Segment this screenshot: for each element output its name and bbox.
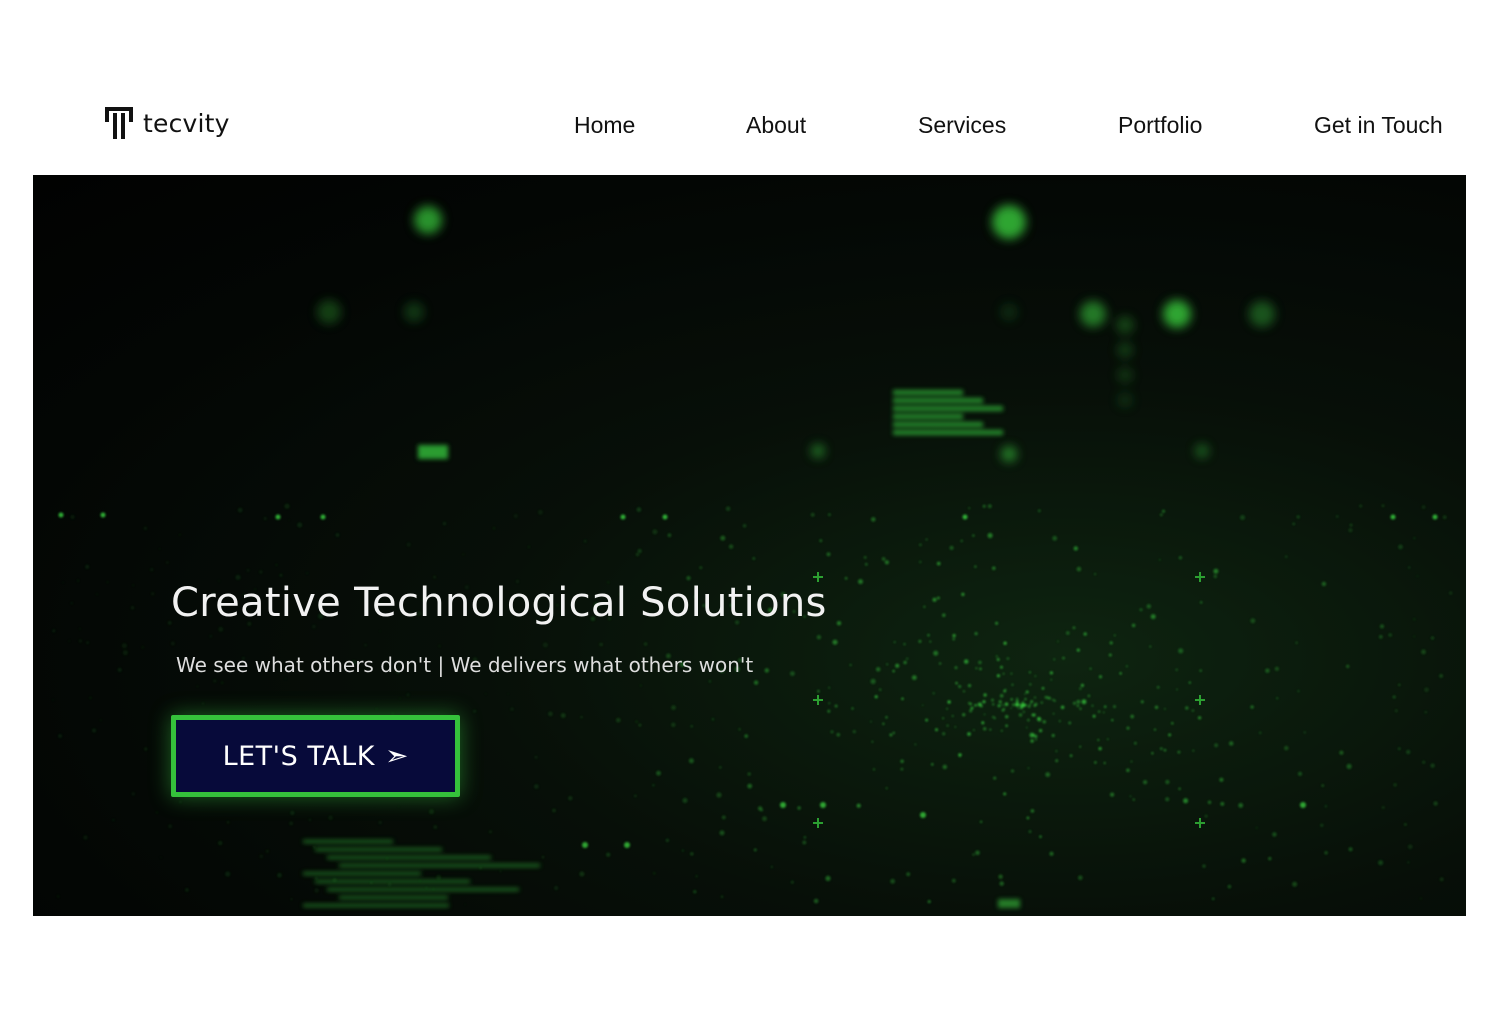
lets-talk-button[interactable]: LET'S TALK ➣: [171, 715, 460, 797]
brand-logo[interactable]: tecvity: [103, 106, 230, 140]
hero-banner: Creative Technological Solutions We see …: [33, 175, 1466, 916]
brand-name: tecvity: [143, 108, 230, 138]
nav-about-link[interactable]: About: [746, 112, 806, 139]
nav-get-in-touch-link[interactable]: Get in Touch: [1314, 112, 1443, 139]
nav-portfolio-link[interactable]: Portfolio: [1118, 112, 1202, 139]
tecvity-logo-icon: [105, 107, 133, 139]
lets-talk-label: LET'S TALK: [222, 740, 375, 772]
send-arrow-icon: ➣: [384, 739, 409, 772]
hero-subtitle: We see what others don't | We delivers w…: [176, 653, 754, 677]
hero-background-image: [52, 205, 1453, 908]
hero-title: Creative Technological Solutions: [171, 580, 827, 626]
nav-services-link[interactable]: Services: [918, 112, 1006, 139]
nav-home-link[interactable]: Home: [574, 112, 635, 139]
site-header: tecvity Home About Services Portfolio Ge…: [0, 0, 1504, 175]
